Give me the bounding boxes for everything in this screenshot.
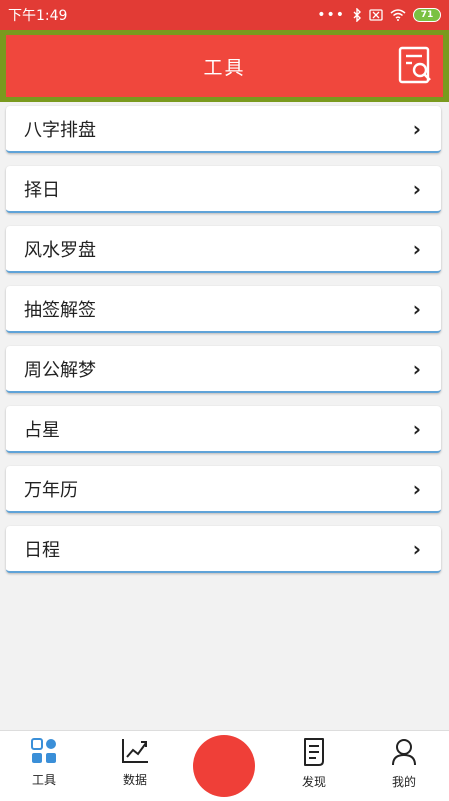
chevron-right-icon: › bbox=[412, 296, 421, 321]
list-item-label: 日程 bbox=[24, 539, 60, 561]
center-action-button[interactable] bbox=[193, 735, 255, 797]
nav-label-tools: 工具 bbox=[31, 773, 56, 787]
list-item-zeri[interactable]: 择日 › bbox=[6, 166, 441, 213]
search-document-icon[interactable] bbox=[397, 45, 435, 87]
list-item-label: 万年历 bbox=[24, 479, 78, 501]
bluetooth-icon bbox=[353, 8, 361, 22]
nav-tab-mine[interactable]: 我的 bbox=[374, 731, 434, 801]
status-bar: 下午1:49 ••• 71 bbox=[0, 0, 449, 30]
status-time: 下午1:49 bbox=[8, 8, 68, 24]
status-icons: ••• 71 bbox=[317, 7, 441, 23]
list-item-schedule[interactable]: 日程 › bbox=[6, 526, 441, 573]
nav-tab-tools[interactable]: 工具 bbox=[14, 731, 74, 801]
document-icon bbox=[304, 738, 324, 766]
list-item-bazi[interactable]: 八字排盘 › bbox=[6, 106, 441, 153]
nav-label-mine: 我的 bbox=[391, 775, 416, 789]
header-bar: 工具 bbox=[6, 35, 443, 97]
list-item-label: 抽签解签 bbox=[24, 299, 96, 321]
chevron-right-icon: › bbox=[412, 476, 421, 501]
chevron-right-icon: › bbox=[412, 116, 421, 141]
list-item-label: 择日 bbox=[24, 179, 60, 201]
chevron-right-icon: › bbox=[412, 356, 421, 381]
nav-tab-discover[interactable]: 发现 bbox=[284, 731, 344, 801]
page-title: 工具 bbox=[203, 56, 246, 79]
list-item-label: 占星 bbox=[24, 419, 60, 441]
list-item-label: 八字排盘 bbox=[24, 119, 96, 141]
chevron-right-icon: › bbox=[412, 416, 421, 441]
user-icon bbox=[392, 739, 416, 766]
sim-off-icon bbox=[369, 9, 383, 21]
wifi-icon bbox=[390, 9, 406, 21]
notification-dots: ••• bbox=[317, 7, 345, 23]
list-item-calendar[interactable]: 万年历 › bbox=[6, 466, 441, 513]
nav-label-data: 数据 bbox=[122, 773, 147, 787]
list-item-fortune-sticks[interactable]: 抽签解签 › bbox=[6, 286, 441, 333]
header-frame: 工具 bbox=[0, 30, 449, 102]
nav-label-discover: 发现 bbox=[301, 775, 326, 789]
bottom-nav: 工具 数据 发现 我的 bbox=[0, 730, 449, 801]
list-item-astrology[interactable]: 占星 › bbox=[6, 406, 441, 453]
chevron-right-icon: › bbox=[412, 176, 421, 201]
list-item-label: 周公解梦 bbox=[24, 359, 96, 381]
nav-tab-data[interactable]: 数据 bbox=[105, 731, 165, 801]
chevron-right-icon: › bbox=[412, 236, 421, 261]
chevron-right-icon: › bbox=[412, 536, 421, 561]
battery-icon: 71 bbox=[413, 8, 441, 22]
grid-apps-icon bbox=[31, 738, 56, 763]
list-item-label: 风水罗盘 bbox=[24, 239, 96, 261]
chart-trend-icon bbox=[122, 739, 148, 763]
list-item-dream-interpretation[interactable]: 周公解梦 › bbox=[6, 346, 441, 393]
list-item-fengshui-compass[interactable]: 风水罗盘 › bbox=[6, 226, 441, 273]
